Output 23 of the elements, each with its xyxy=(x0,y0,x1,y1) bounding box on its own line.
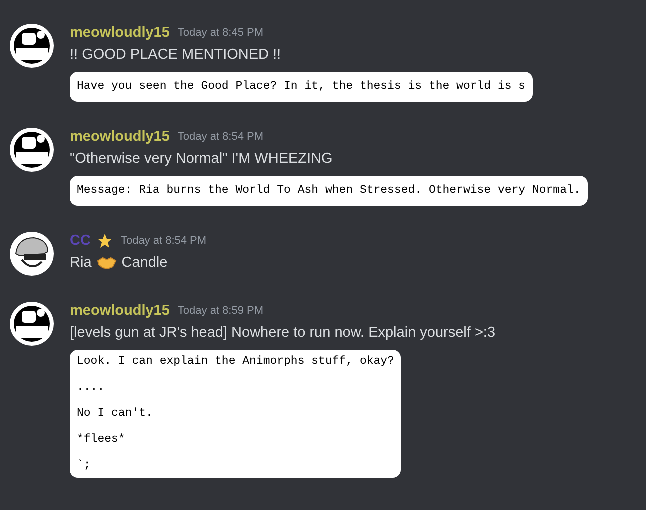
avatar-helmet-drawing[interactable] xyxy=(10,232,54,276)
username[interactable]: meowloudly15 xyxy=(70,303,170,319)
username[interactable]: meowloudly15 xyxy=(70,129,170,145)
code-line: No I can't. xyxy=(77,407,154,421)
code-line: Have you seen the Good Place? In it, the thesis is the world is s xyxy=(77,80,526,94)
avatar-logo-icon[interactable] xyxy=(10,302,54,346)
timestamp: Today at 8:54 PM xyxy=(178,131,264,143)
code-line: .... xyxy=(77,381,106,395)
timestamp: Today at 8:45 PM xyxy=(178,27,264,39)
timestamp: Today at 8:59 PM xyxy=(178,305,264,317)
code-line: Message: Ria burns the World To Ash when Stressed. Otherwise very Normal. xyxy=(77,184,581,198)
timestamp: Today at 8:54 PM xyxy=(120,235,207,247)
avatar-logo-icon[interactable] xyxy=(10,128,54,172)
code-line: *flees* xyxy=(77,433,126,447)
message-text: !! GOOD PLACE MENTIONED !! xyxy=(70,47,282,63)
message-text: Candle xyxy=(122,255,168,271)
message-text: "Otherwise very Normal" I'M WHEEZING xyxy=(70,151,333,167)
username[interactable]: meowloudly15 xyxy=(70,25,170,41)
code-line: Look. I can explain the Animorphs stuff, okay? xyxy=(77,355,394,369)
message-text: Ria xyxy=(70,255,92,271)
code-line: `; xyxy=(77,459,92,473)
message-text: [levels gun at JR's head] Nowhere to run now. Explain yourself >:3 xyxy=(70,325,496,341)
avatar-logo-icon[interactable] xyxy=(10,24,54,68)
